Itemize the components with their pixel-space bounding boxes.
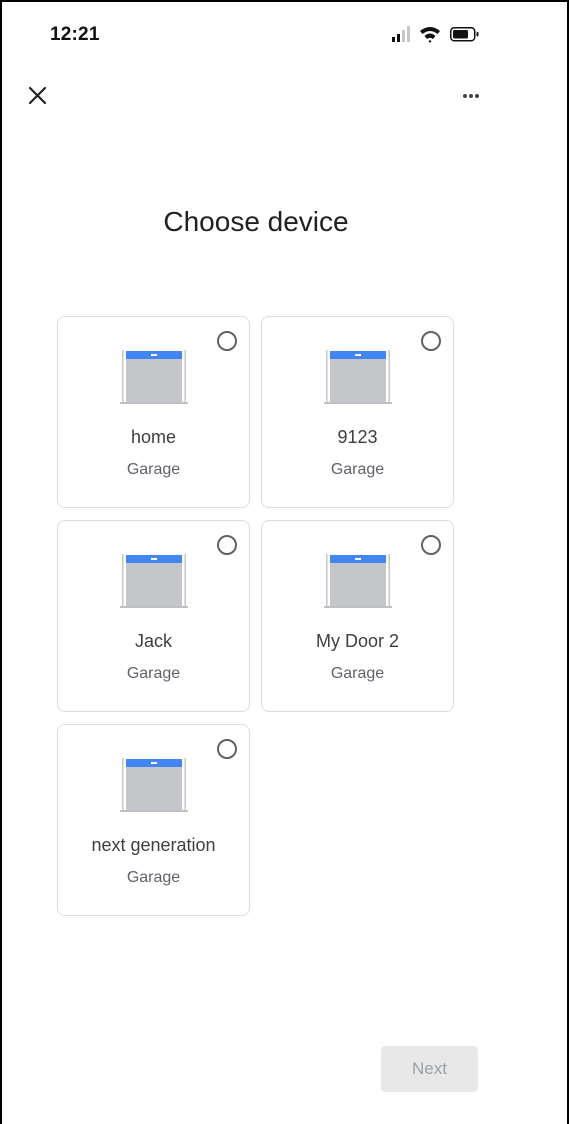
battery-icon	[450, 27, 479, 42]
device-card-home[interactable]: home Garage	[57, 316, 250, 508]
device-radio[interactable]	[421, 331, 441, 351]
device-radio[interactable]	[217, 535, 237, 555]
device-type: Garage	[330, 461, 385, 478]
device-radio[interactable]	[217, 331, 237, 351]
next-button[interactable]: Next	[381, 1046, 478, 1092]
status-time: 12:21	[50, 24, 100, 45]
garage-door-icon	[120, 757, 188, 812]
device-card-jack[interactable]: Jack Garage	[57, 520, 250, 712]
device-type: Garage	[126, 665, 181, 682]
device-grid: home Garage 9123 Garage Jack Garage My D…	[57, 316, 457, 916]
more-options-button[interactable]	[457, 86, 487, 106]
close-icon	[28, 86, 47, 105]
garage-door-icon	[120, 349, 188, 404]
device-name: next generation	[91, 835, 216, 855]
device-name: 9123	[337, 427, 378, 447]
device-card-next-generation[interactable]: next generation Garage	[57, 724, 250, 916]
device-card-my-door-2[interactable]: My Door 2 Garage	[261, 520, 454, 712]
device-radio[interactable]	[217, 739, 237, 759]
garage-door-icon	[120, 553, 188, 608]
status-icons	[392, 26, 479, 43]
wifi-icon	[420, 27, 440, 43]
app-screen: 12:21 Choose device home Garage 9123 Gar…	[0, 0, 569, 1124]
page-title: Choose device	[163, 206, 349, 237]
device-type: Garage	[126, 461, 181, 478]
close-button[interactable]	[24, 82, 52, 110]
garage-door-icon	[324, 553, 392, 608]
device-name: Jack	[134, 631, 172, 651]
garage-door-icon	[324, 349, 392, 404]
device-name: My Door 2	[315, 631, 400, 651]
more-horizontal-icon	[463, 94, 479, 98]
device-name: home	[130, 427, 177, 447]
device-card-9123[interactable]: 9123 Garage	[261, 316, 454, 508]
device-type: Garage	[126, 869, 181, 886]
device-type: Garage	[330, 665, 385, 682]
device-radio[interactable]	[421, 535, 441, 555]
cellular-signal-icon	[392, 26, 410, 42]
